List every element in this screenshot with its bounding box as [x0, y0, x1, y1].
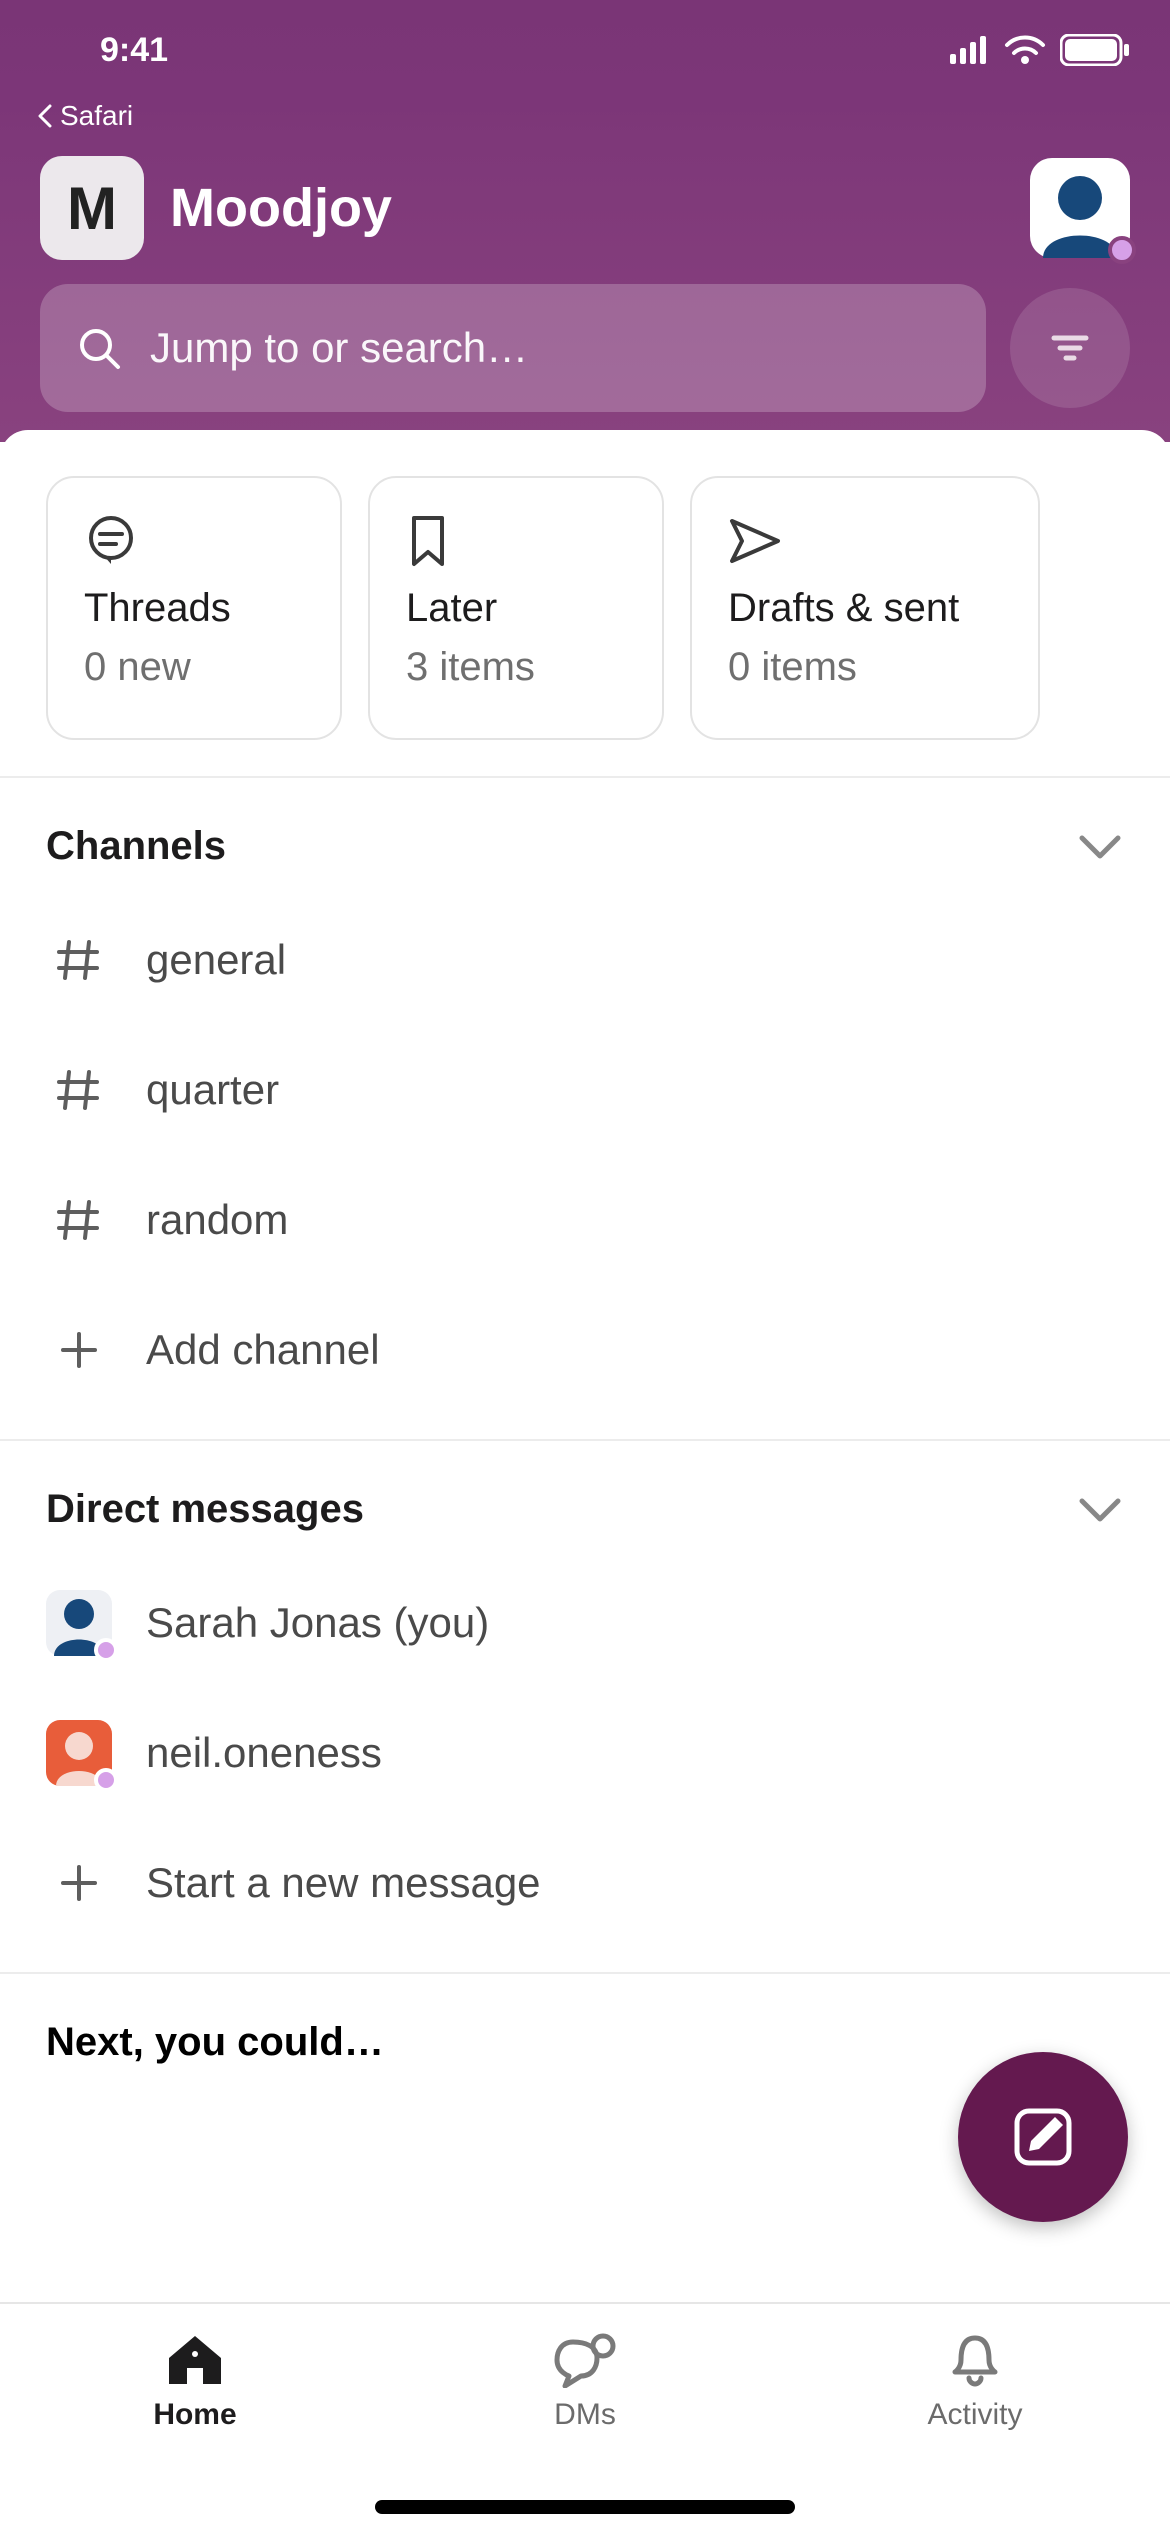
bookmark-icon: [406, 510, 626, 572]
card-title: Threads: [84, 586, 304, 631]
hash-icon: [46, 1057, 112, 1123]
plus-icon: [46, 1317, 112, 1383]
next-title: Next, you could…: [46, 2020, 1124, 2065]
presence-indicator: [94, 1768, 118, 1792]
workspace-initial: M: [67, 174, 117, 243]
card-sub: 3 items: [406, 645, 626, 690]
channels-title: Channels: [46, 824, 226, 869]
channel-name: random: [146, 1196, 288, 1244]
nav-label: Activity: [927, 2398, 1022, 2432]
bell-icon: [947, 2332, 1003, 2388]
card-drafts[interactable]: Drafts & sent 0 items: [690, 476, 1040, 740]
filter-button[interactable]: [1010, 288, 1130, 408]
content[interactable]: Threads 0 new Later 3 items Drafts & sen…: [0, 430, 1170, 2302]
nav-dms[interactable]: DMs: [390, 2332, 780, 2432]
workspace-name[interactable]: Moodjoy: [170, 177, 1004, 239]
channel-name: general: [146, 936, 286, 984]
search-input[interactable]: Jump to or search…: [40, 284, 986, 412]
card-threads[interactable]: Threads 0 new: [46, 476, 342, 740]
battery-icon: [1060, 34, 1130, 66]
dm-name: neil.oneness: [146, 1729, 382, 1777]
dm-item[interactable]: neil.oneness: [46, 1688, 1124, 1818]
nav-label: Home: [153, 2398, 236, 2432]
filter-icon: [1046, 324, 1094, 372]
channel-item[interactable]: general: [46, 895, 1124, 1025]
dms-icon: [553, 2332, 617, 2388]
search-icon: [76, 325, 122, 371]
card-title: Drafts & sent: [728, 586, 1002, 631]
profile-avatar[interactable]: [1030, 158, 1130, 258]
channel-item[interactable]: random: [46, 1155, 1124, 1285]
hash-icon: [46, 1187, 112, 1253]
channel-item[interactable]: quarter: [46, 1025, 1124, 1155]
add-channel-label: Add channel: [146, 1326, 380, 1374]
dm-name: Sarah Jonas (you): [146, 1599, 489, 1647]
dm-avatar-slot: [46, 1590, 112, 1656]
bottom-nav: Home DMs Activity: [0, 2302, 1170, 2532]
home-icon: [165, 2332, 225, 2388]
nav-home[interactable]: Home: [0, 2332, 390, 2432]
chevron-down-icon: [1076, 1495, 1124, 1525]
start-dm-label: Start a new message: [146, 1859, 541, 1907]
dms-header[interactable]: Direct messages: [46, 1487, 1124, 1532]
dms-title: Direct messages: [46, 1487, 364, 1532]
threads-icon: [84, 510, 304, 572]
dm-item[interactable]: Sarah Jonas (you): [46, 1558, 1124, 1688]
dm-avatar-slot: [46, 1720, 112, 1786]
avatar: [46, 1720, 112, 1786]
nav-activity[interactable]: Activity: [780, 2332, 1170, 2432]
start-new-dm[interactable]: Start a new message: [46, 1818, 1124, 1948]
card-later[interactable]: Later 3 items: [368, 476, 664, 740]
back-app-label: Safari: [60, 100, 133, 132]
compose-icon: [1009, 2103, 1077, 2171]
dms-section: Direct messages Sarah Jonas (you): [0, 1441, 1170, 1974]
cellular-icon: [950, 36, 990, 64]
send-icon: [728, 510, 1002, 572]
presence-indicator: [1108, 236, 1136, 264]
nav-label: DMs: [554, 2398, 616, 2432]
quick-cards-row[interactable]: Threads 0 new Later 3 items Drafts & sen…: [0, 430, 1170, 778]
header: M Moodjoy Jump to or search…: [0, 142, 1170, 442]
channels-header[interactable]: Channels: [46, 824, 1124, 869]
compose-fab[interactable]: [958, 2052, 1128, 2222]
card-sub: 0 new: [84, 645, 304, 690]
header-top: M Moodjoy: [40, 156, 1130, 260]
search-placeholder: Jump to or search…: [150, 324, 528, 372]
avatar: [46, 1590, 112, 1656]
card-sub: 0 items: [728, 645, 1002, 690]
status-time: 9:41: [100, 31, 168, 70]
presence-indicator: [94, 1638, 118, 1662]
back-to-safari[interactable]: Safari: [0, 100, 1170, 142]
channels-section: Channels general quarter: [0, 778, 1170, 1441]
wifi-icon: [1004, 35, 1046, 65]
hash-icon: [46, 927, 112, 993]
workspace-icon[interactable]: M: [40, 156, 144, 260]
home-indicator[interactable]: [375, 2500, 795, 2514]
back-chevron-icon: [36, 104, 54, 128]
search-row: Jump to or search…: [40, 284, 1130, 412]
add-channel[interactable]: Add channel: [46, 1285, 1124, 1415]
status-right: [950, 34, 1130, 66]
status-bar: 9:41: [0, 0, 1170, 100]
channel-name: quarter: [146, 1066, 279, 1114]
chevron-down-icon: [1076, 832, 1124, 862]
plus-icon: [46, 1850, 112, 1916]
card-title: Later: [406, 586, 626, 631]
screen: 9:41 Safari M Moodjoy: [0, 0, 1170, 2532]
